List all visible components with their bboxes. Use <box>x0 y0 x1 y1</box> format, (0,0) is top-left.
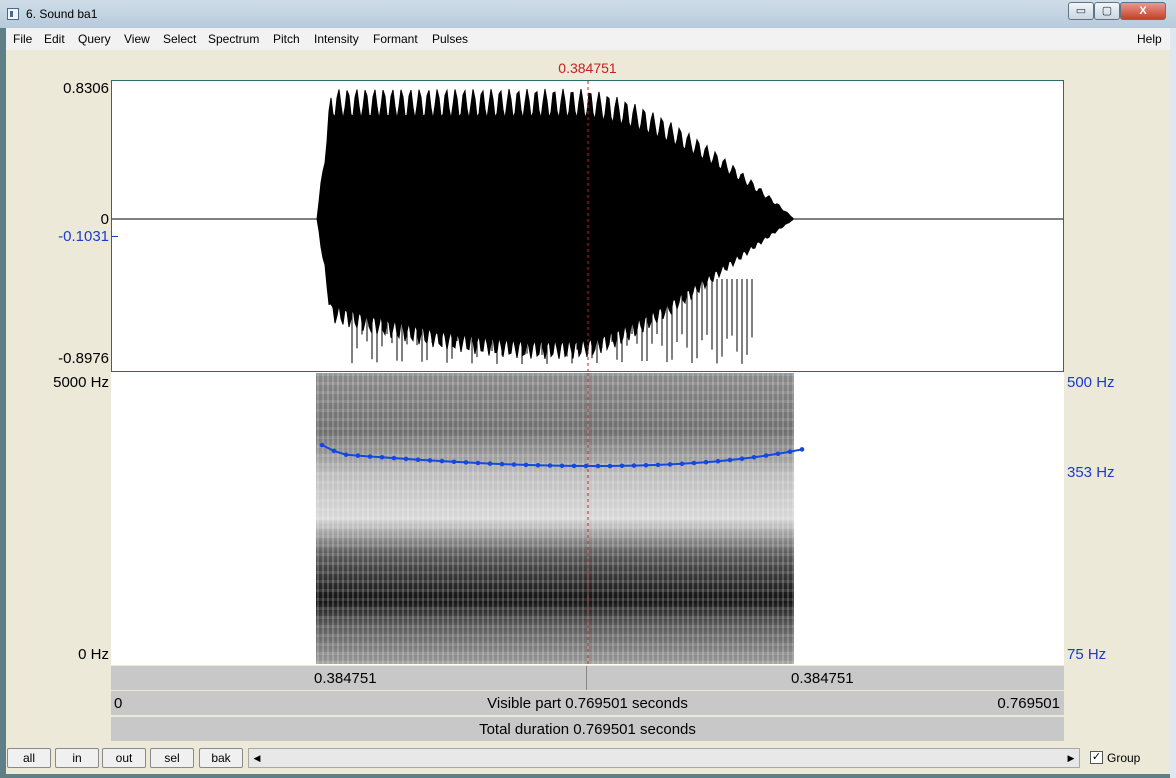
pitch-point <box>451 459 457 465</box>
pitch-point <box>319 442 325 448</box>
pitch-point <box>739 456 745 461</box>
pitch-point <box>403 456 409 462</box>
pitch-point <box>571 463 577 469</box>
title-bar[interactable] <box>0 0 1176 28</box>
waveform-spikes <box>351 279 753 364</box>
zoom-all-button[interactable]: all <box>7 748 51 768</box>
pitch-point <box>391 455 397 461</box>
pitch-cursor-value: 353 Hz <box>1067 464 1115 481</box>
pitch-point <box>427 458 433 463</box>
left-part-duration[interactable]: 0.384751 <box>314 670 377 687</box>
pitch-point <box>631 463 637 468</box>
spectrogram-top-freq: 5000 Hz <box>53 374 109 391</box>
pitch-point <box>559 463 565 469</box>
pitch-point <box>787 449 793 454</box>
menu-edit[interactable]: Edit <box>44 32 65 46</box>
pitch-point <box>415 457 421 462</box>
menu-spectrum[interactable]: Spectrum <box>208 32 259 46</box>
group-checkbox[interactable]: ✓ <box>1090 751 1103 764</box>
pitch-point <box>751 455 757 460</box>
zoom-out-button[interactable]: out <box>102 748 146 768</box>
pitch-point <box>727 457 733 463</box>
pitch-point <box>655 462 661 468</box>
pitch-point <box>691 460 697 466</box>
close-button[interactable]: X <box>1120 2 1166 20</box>
pitch-point <box>715 458 721 464</box>
right-part-duration[interactable]: 0.384751 <box>791 670 854 687</box>
menu-intensity[interactable]: Intensity <box>314 32 359 46</box>
window-title: 6. Sound ba1 <box>26 7 98 21</box>
visible-part-bar[interactable]: 0 Visible part 0.769501 seconds 0.769501 <box>111 691 1064 715</box>
waveform-cursor-tick <box>112 236 118 237</box>
spectrogram-plot[interactable] <box>112 373 1063 664</box>
pitch-point <box>343 452 349 457</box>
pitch-point <box>607 463 613 469</box>
zoom-back-button[interactable]: bak <box>199 748 243 768</box>
pitch-point <box>703 459 709 465</box>
pitch-point <box>667 462 673 467</box>
total-duration-text[interactable]: Total duration 0.769501 seconds <box>111 721 1064 738</box>
maximize-button[interactable]: ▢ <box>1094 2 1120 20</box>
scroll-right-arrow-icon[interactable]: ▶ <box>1063 749 1079 767</box>
waveform-min-label: -0.8976 <box>58 350 109 367</box>
visible-part-text[interactable]: Visible part 0.769501 seconds <box>111 695 1064 712</box>
pitch-point <box>535 463 541 468</box>
menu-file[interactable]: File <box>13 32 32 46</box>
visible-end-time: 0.769501 <box>997 695 1060 712</box>
pitch-point <box>355 453 361 458</box>
menu-formant[interactable]: Formant <box>373 32 418 46</box>
pitch-top-label: 500 Hz <box>1067 374 1115 391</box>
pitch-point <box>775 451 781 457</box>
app-icon <box>7 8 19 20</box>
waveform-zero-label: 0 <box>100 211 109 228</box>
menu-query[interactable]: Query <box>78 32 111 46</box>
zoom-selection-button[interactable]: sel <box>150 748 194 768</box>
menu-select[interactable]: Select <box>163 32 196 46</box>
pitch-point <box>367 454 373 459</box>
time-scrollbar[interactable] <box>248 748 1080 768</box>
menu-view[interactable]: View <box>124 32 150 46</box>
pitch-bottom-label: 75 Hz <box>1067 646 1107 663</box>
pitch-point <box>643 463 649 468</box>
pitch-point <box>331 448 337 454</box>
spectrogram-bottom-freq: 0 Hz <box>78 646 109 663</box>
group-label: Group <box>1107 751 1141 765</box>
pitch-point <box>463 460 469 465</box>
window-edge <box>1170 28 1176 778</box>
pitch-point <box>487 461 493 466</box>
pitch-point <box>523 462 529 468</box>
minimize-button[interactable]: ▭ <box>1068 2 1094 20</box>
zoom-in-button[interactable]: in <box>55 748 99 768</box>
selection-bar[interactable]: 0.384751 0.384751 <box>111 666 1064 690</box>
menu-help[interactable]: Help <box>1137 32 1162 46</box>
pitch-point <box>679 461 685 467</box>
waveform-max-label: 0.8306 <box>63 80 109 97</box>
pitch-point <box>583 463 589 469</box>
menu-pulses[interactable]: Pulses <box>432 32 468 46</box>
waveform-plot[interactable] <box>112 81 1063 371</box>
pitch-point <box>475 460 481 466</box>
pitch-point <box>763 453 769 458</box>
total-duration-bar[interactable]: Total duration 0.769501 seconds <box>111 717 1064 741</box>
pitch-point <box>511 462 517 467</box>
pitch-point <box>499 461 505 467</box>
spectrogram-harmonics <box>316 373 794 664</box>
pitch-point <box>439 458 445 464</box>
pitch-point <box>799 447 805 452</box>
bar-divider <box>586 666 587 690</box>
pitch-point <box>547 463 553 468</box>
waveform-cursor-value: -0.1031 <box>58 228 109 245</box>
pitch-point <box>595 463 601 469</box>
pitch-point <box>619 463 625 469</box>
cursor-time-label: 0.384751 <box>558 60 617 76</box>
menu-pitch[interactable]: Pitch <box>273 32 300 46</box>
scroll-left-arrow-icon[interactable]: ◀ <box>249 749 265 767</box>
pitch-point <box>379 455 385 460</box>
